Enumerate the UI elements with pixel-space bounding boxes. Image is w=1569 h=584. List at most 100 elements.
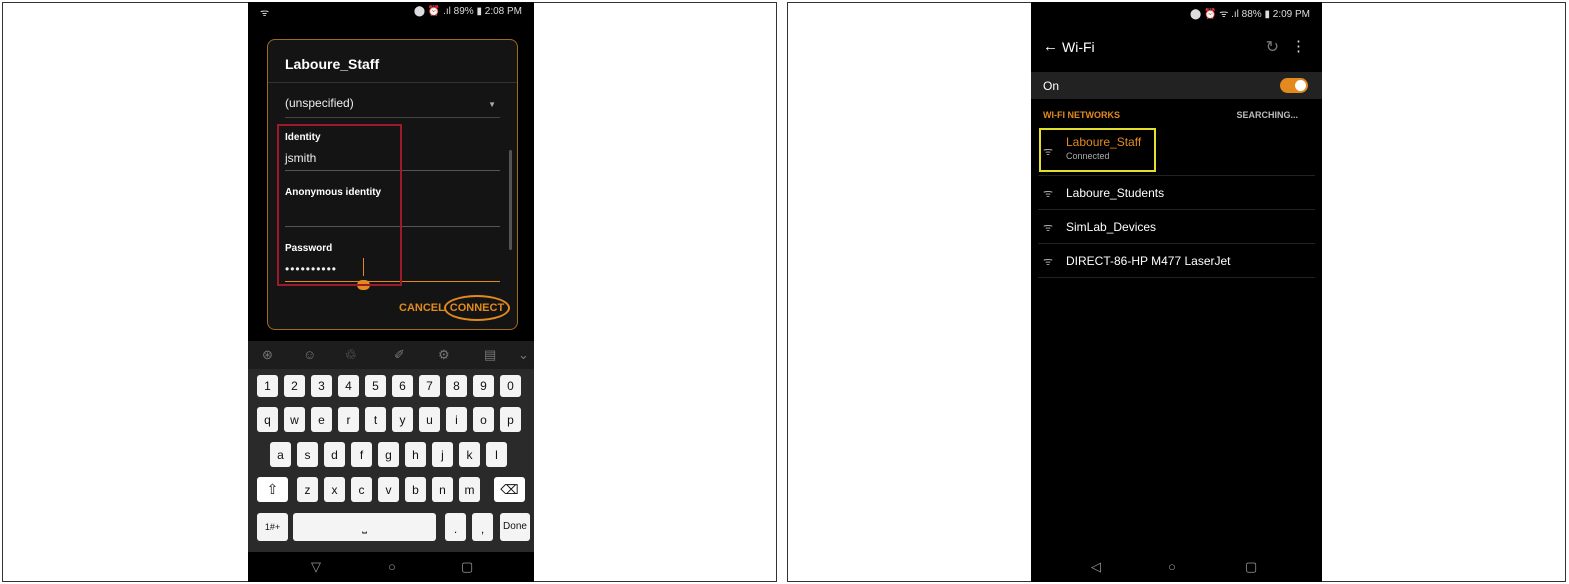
key-o[interactable]: o bbox=[473, 407, 494, 432]
period-key[interactable]: . bbox=[445, 513, 466, 541]
wifi-on-label: On bbox=[1043, 79, 1060, 93]
key-s[interactable]: s bbox=[297, 442, 318, 467]
key-t[interactable]: t bbox=[365, 407, 386, 432]
back-nav-icon[interactable]: ▽ bbox=[311, 559, 321, 575]
key-v[interactable]: v bbox=[378, 477, 399, 502]
home-nav-icon[interactable]: ○ bbox=[1168, 559, 1176, 574]
phone-screen-right: ⬤ ⏰ ᯤ .ıl 88% ▮ 2:09 PM ← Wi-Fi ↻ ⋮ On W… bbox=[1031, 2, 1322, 582]
sticker-icon[interactable]: ♲ bbox=[345, 347, 357, 363]
wifi-connect-dialog: Laboure_Staff (unspecified) ▼ Identity j… bbox=[267, 39, 518, 330]
key-f[interactable]: f bbox=[351, 442, 372, 467]
searching-status: SEARCHING... bbox=[1236, 110, 1298, 120]
key-h[interactable]: h bbox=[405, 442, 426, 467]
cancel-button[interactable]: CANCEL bbox=[399, 302, 445, 314]
network-item-laboure-students[interactable]: ᯤ Laboure_Students bbox=[1038, 176, 1315, 210]
connect-button[interactable]: CONNECT bbox=[444, 295, 510, 321]
status-bar: ᯤ ⬤ ⏰ .ıl 89% ▮ 2:08 PM bbox=[248, 2, 534, 20]
dialog-divider bbox=[268, 82, 517, 83]
section-title: WI-FI NETWORKS bbox=[1043, 110, 1120, 120]
networks-section-header: WI-FI NETWORKS SEARCHING... bbox=[1043, 110, 1310, 120]
clipboard-icon[interactable]: ▤ bbox=[484, 347, 496, 363]
key-2[interactable]: 2 bbox=[284, 375, 305, 397]
spacebar-key[interactable]: ⎵ bbox=[293, 513, 436, 541]
shift-key[interactable]: ⇧ bbox=[257, 477, 288, 502]
key-9[interactable]: 9 bbox=[473, 375, 494, 397]
status-bar: ⬤ ⏰ ᯤ .ıl 88% ▮ 2:09 PM bbox=[1031, 2, 1322, 20]
wifi-toggle-row[interactable]: On bbox=[1031, 72, 1322, 99]
key-4[interactable]: 4 bbox=[338, 375, 359, 397]
connected-network-highlight-box bbox=[1039, 128, 1156, 172]
eap-method-select[interactable]: (unspecified) ▼ bbox=[285, 96, 500, 118]
dropdown-caret-icon: ▼ bbox=[488, 100, 496, 109]
key-z[interactable]: z bbox=[297, 477, 318, 502]
key-e[interactable]: e bbox=[311, 407, 332, 432]
wifi-icon: ᯤ bbox=[1043, 188, 1054, 200]
secured-wifi-icon: ᯤ bbox=[1043, 256, 1054, 268]
done-key[interactable]: Done bbox=[500, 513, 530, 541]
status-indicators: ⬤ ⏰ ᯤ .ıl 88% ▮ 2:09 PM bbox=[1190, 9, 1310, 20]
secured-wifi-icon: ᯤ bbox=[1043, 222, 1054, 234]
back-arrow-icon[interactable]: ← bbox=[1043, 38, 1058, 55]
wifi-app-bar: ← Wi-Fi ↻ ⋮ bbox=[1031, 28, 1322, 66]
key-8[interactable]: 8 bbox=[446, 375, 467, 397]
page-title: Wi-Fi bbox=[1062, 39, 1095, 55]
key-x[interactable]: x bbox=[324, 477, 345, 502]
key-6[interactable]: 6 bbox=[392, 375, 413, 397]
toggle-knob bbox=[1295, 80, 1306, 91]
navigation-bar: ◁ ○ ▢ bbox=[1031, 552, 1322, 582]
key-5[interactable]: 5 bbox=[365, 375, 386, 397]
recent-apps-icon[interactable]: ▢ bbox=[1245, 559, 1257, 575]
key-b[interactable]: b bbox=[405, 477, 426, 502]
backspace-key[interactable]: ⌫ bbox=[494, 477, 525, 502]
on-screen-keyboard: 1 2 3 4 5 6 7 8 9 0 q w e r t y u i o p … bbox=[248, 369, 534, 552]
network-item-simlab-devices[interactable]: ᯤ SimLab_Devices bbox=[1038, 210, 1315, 244]
select-value: (unspecified) bbox=[285, 96, 354, 110]
key-m[interactable]: m bbox=[459, 477, 480, 502]
navigation-bar: ▽ ○ ▢ bbox=[248, 552, 534, 582]
left-screenshot-panel: ᯤ ⬤ ⏰ .ıl 89% ▮ 2:08 PM Laboure_Staff (u… bbox=[2, 2, 777, 582]
wifi-toggle-switch[interactable] bbox=[1280, 78, 1308, 93]
key-7[interactable]: 7 bbox=[419, 375, 440, 397]
key-u[interactable]: u bbox=[419, 407, 440, 432]
status-indicators: ⬤ ⏰ .ıl 89% ▮ 2:08 PM bbox=[413, 6, 522, 17]
keyboard-tool-icon[interactable]: ⊛ bbox=[262, 347, 273, 363]
key-g[interactable]: g bbox=[378, 442, 399, 467]
key-l[interactable]: l bbox=[486, 442, 507, 467]
key-q[interactable]: q bbox=[257, 407, 278, 432]
key-0[interactable]: 0 bbox=[500, 375, 521, 397]
key-w[interactable]: w bbox=[284, 407, 305, 432]
network-item-direct-hp[interactable]: ᯤ DIRECT-86-HP M477 LaserJet bbox=[1038, 244, 1315, 278]
dialog-title: Laboure_Staff bbox=[285, 56, 380, 72]
key-1[interactable]: 1 bbox=[257, 375, 278, 397]
network-name: Laboure_Students bbox=[1066, 186, 1165, 200]
comma-key[interactable]: , bbox=[472, 513, 493, 541]
key-a[interactable]: a bbox=[270, 442, 291, 467]
key-j[interactable]: j bbox=[432, 442, 453, 467]
recent-apps-icon[interactable]: ▢ bbox=[461, 559, 473, 575]
keyboard-toolbar: ⊛ ☺ ♲ ✐ ⚙ ▤ ⌄ bbox=[248, 341, 534, 369]
collapse-chevron-icon[interactable]: ⌄ bbox=[518, 347, 529, 363]
key-i[interactable]: i bbox=[446, 407, 467, 432]
home-nav-icon[interactable]: ○ bbox=[388, 559, 396, 574]
wifi-status-icon: ᯤ bbox=[260, 8, 270, 19]
key-p[interactable]: p bbox=[500, 407, 521, 432]
key-y[interactable]: y bbox=[392, 407, 413, 432]
settings-gear-icon[interactable]: ⚙ bbox=[438, 347, 450, 363]
key-c[interactable]: c bbox=[351, 477, 372, 502]
dialog-scrollbar[interactable] bbox=[509, 150, 512, 250]
emoji-icon[interactable]: ☺ bbox=[303, 347, 316, 362]
key-d[interactable]: d bbox=[324, 442, 345, 467]
credentials-highlight-box bbox=[277, 124, 402, 286]
refresh-icon[interactable]: ↻ bbox=[1266, 37, 1279, 57]
right-screenshot-panel: ⬤ ⏰ ᯤ .ıl 88% ▮ 2:09 PM ← Wi-Fi ↻ ⋮ On W… bbox=[787, 2, 1566, 582]
phone-screen-left: ᯤ ⬤ ⏰ .ıl 89% ▮ 2:08 PM Laboure_Staff (u… bbox=[248, 2, 534, 582]
network-name: SimLab_Devices bbox=[1066, 220, 1157, 234]
key-r[interactable]: r bbox=[338, 407, 359, 432]
more-options-icon[interactable]: ⋮ bbox=[1291, 37, 1306, 55]
back-nav-icon[interactable]: ◁ bbox=[1091, 559, 1101, 575]
symbols-key[interactable]: 1#+ bbox=[257, 513, 288, 541]
key-3[interactable]: 3 bbox=[311, 375, 332, 397]
key-n[interactable]: n bbox=[432, 477, 453, 502]
handwriting-icon[interactable]: ✐ bbox=[394, 347, 405, 363]
key-k[interactable]: k bbox=[459, 442, 480, 467]
